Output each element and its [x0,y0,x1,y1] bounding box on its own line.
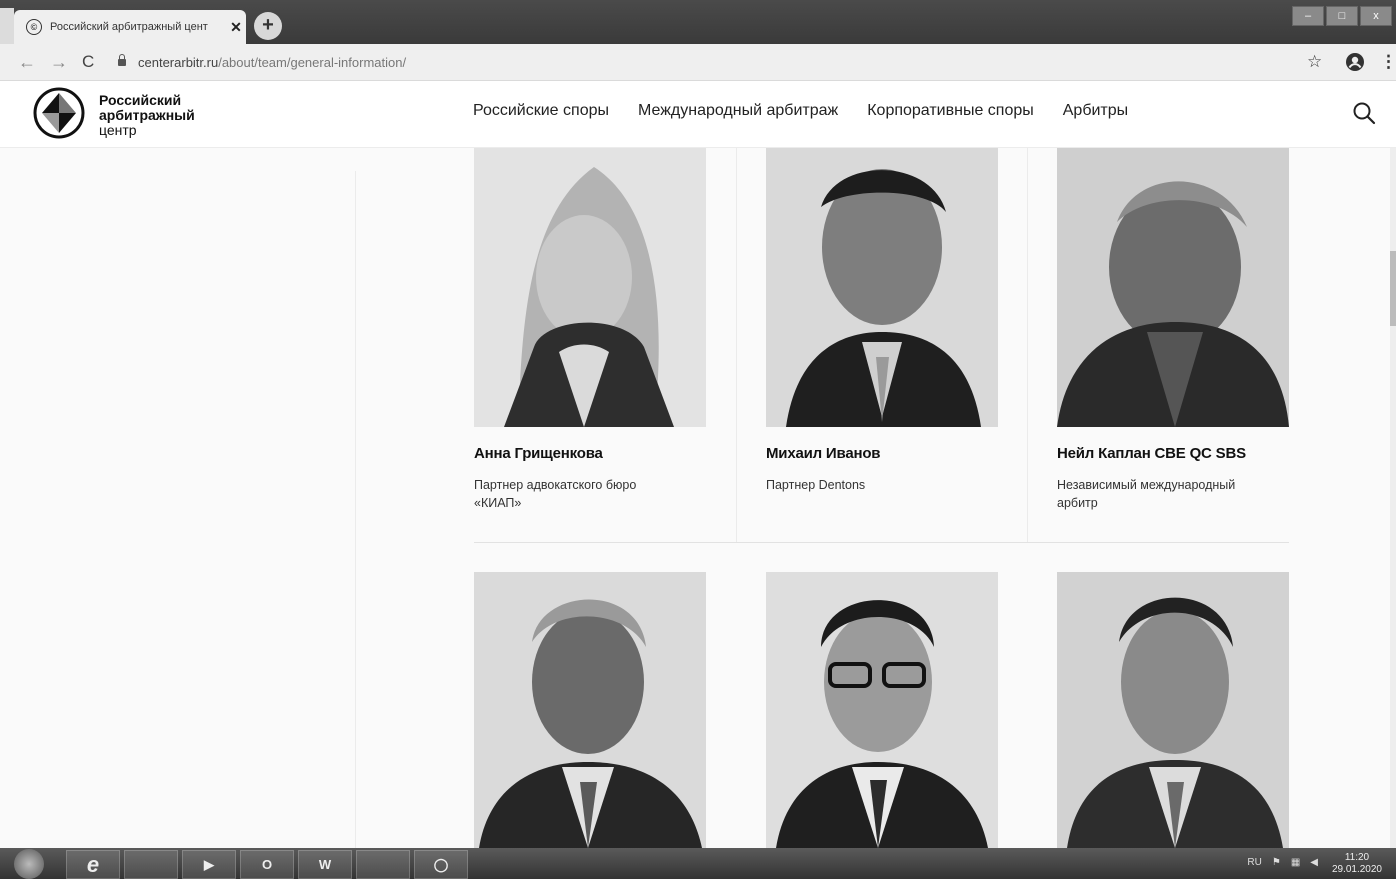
team-member-photo[interactable] [474,147,706,427]
acrobat-icon[interactable] [356,850,410,879]
browser-tab-strip: © Российский арбитражный цент ✕ + – □ x [0,0,1396,44]
search-icon[interactable] [1352,101,1376,125]
column-divider [1027,147,1028,542]
browser-tab[interactable]: © Российский арбитражный цент ✕ [14,10,246,44]
team-member-name[interactable]: Нейл Каплан CBE QC SBS [1057,445,1289,462]
nav-arbitrators[interactable]: Арбитры [1063,102,1128,120]
lock-icon [118,53,126,66]
role-line: «КИАП» [474,496,522,510]
page-scrollbar[interactable] [1390,81,1396,848]
ie-icon[interactable]: e [66,850,120,879]
word-icon[interactable]: W [298,850,352,879]
logo-line-3: центр [99,122,137,138]
team-card[interactable] [1057,572,1289,848]
url-path: /about/team/general-information/ [218,54,407,70]
team-member-name[interactable]: Михаил Иванов [766,445,998,462]
language-indicator[interactable]: RU [1247,857,1261,868]
bookmark-star-icon[interactable]: ☆ [1307,52,1322,72]
team-member-role: Партнер Dentons [766,476,998,494]
tab-title: Российский арбитражный цент [50,21,208,33]
team-member-photo[interactable] [474,572,706,848]
web-page: Российский арбитражный центр Российские … [0,81,1396,848]
close-window-button[interactable]: x [1360,6,1392,26]
team-member-photo[interactable] [1057,147,1289,427]
start-button[interactable] [14,849,44,879]
team-card[interactable]: Нейл Каплан CBE QC SBS Независимый между… [1057,147,1289,512]
reload-icon[interactable]: C [82,52,94,72]
url-domain: centerarbitr.ru [138,54,219,70]
volume-icon[interactable]: ◀ [1310,857,1318,868]
role-line: Партнер адвокатского бюро [474,478,637,492]
column-divider [736,147,737,542]
logo-icon[interactable] [33,87,85,139]
nav-russian-disputes[interactable]: Российские споры [473,102,609,120]
nav-corporate-disputes[interactable]: Корпоративные споры [867,102,1034,120]
site-favicon-icon: © [26,19,42,35]
team-member-photo[interactable] [766,147,998,427]
logo-line-1: Российский [99,92,182,108]
os-taskbar: e ▶ O W ◯ RU ⚑ ▦ ◀ 11:20 29.01.2020 [0,848,1396,879]
nav-international-arbitration[interactable]: Международный арбитраж [638,102,838,120]
profile-icon[interactable] [1345,52,1365,77]
role-line: Партнер Dentons [766,478,866,492]
forward-arrow-icon[interactable]: → [50,52,68,73]
clock-date: 29.01.2020 [1331,864,1382,875]
team-card[interactable] [766,572,998,848]
team-member-role: Независимый международный арбитр [1057,476,1289,512]
tab-close-icon[interactable]: ✕ [226,19,246,36]
team-member-photo[interactable] [766,572,998,848]
network-icon[interactable]: ▦ [1291,857,1300,868]
team-card[interactable]: Михаил Иванов Партнер Dentons [766,147,998,494]
row-divider [474,542,1289,543]
logo-line-2: арбитражный [99,107,195,123]
role-line: арбитр [1057,496,1098,510]
media-player-icon[interactable]: ▶ [182,850,236,879]
scrollbar-thumb[interactable] [1390,251,1396,326]
clock-time: 11:20 [1344,852,1370,863]
explorer-icon[interactable] [124,850,178,879]
site-header: Российский арбитражный центр Российские … [0,81,1396,148]
maximize-button[interactable]: □ [1326,6,1358,26]
back-arrow-icon[interactable]: ← [18,52,36,73]
window-controls: – □ x [1292,6,1392,26]
new-tab-button[interactable]: + [254,12,282,40]
system-tray: RU ⚑ ▦ ◀ [1247,857,1318,868]
address-bar[interactable]: centerarbitr.ru/about/team/general-infor… [118,50,1293,74]
sidebar-divider [355,171,356,848]
minimize-button[interactable]: – [1292,6,1324,26]
window-edge [0,8,14,44]
team-card[interactable]: Анна Грищенкова Партнер адвокатского бюр… [474,147,706,512]
role-line: Независимый международный [1057,478,1236,492]
team-member-name[interactable]: Анна Грищенкова [474,445,706,462]
logo-wordmark[interactable]: Российский арбитражный центр [99,93,195,138]
system-clock[interactable]: 11:20 29.01.2020 [1332,852,1382,876]
team-member-role: Партнер адвокатского бюро «КИАП» [474,476,706,512]
main-navigation: Российские споры Международный арбитраж … [473,102,1128,120]
chrome-icon[interactable]: ◯ [414,850,468,879]
outlook-icon[interactable]: O [240,850,294,879]
team-card[interactable] [474,572,706,848]
team-member-photo[interactable] [1057,572,1289,848]
flag-icon[interactable]: ⚑ [1272,857,1281,868]
browser-toolbar: ← → C centerarbitr.ru/about/team/general… [0,44,1396,81]
menu-dots-icon[interactable]: ⋮ [1380,52,1396,72]
